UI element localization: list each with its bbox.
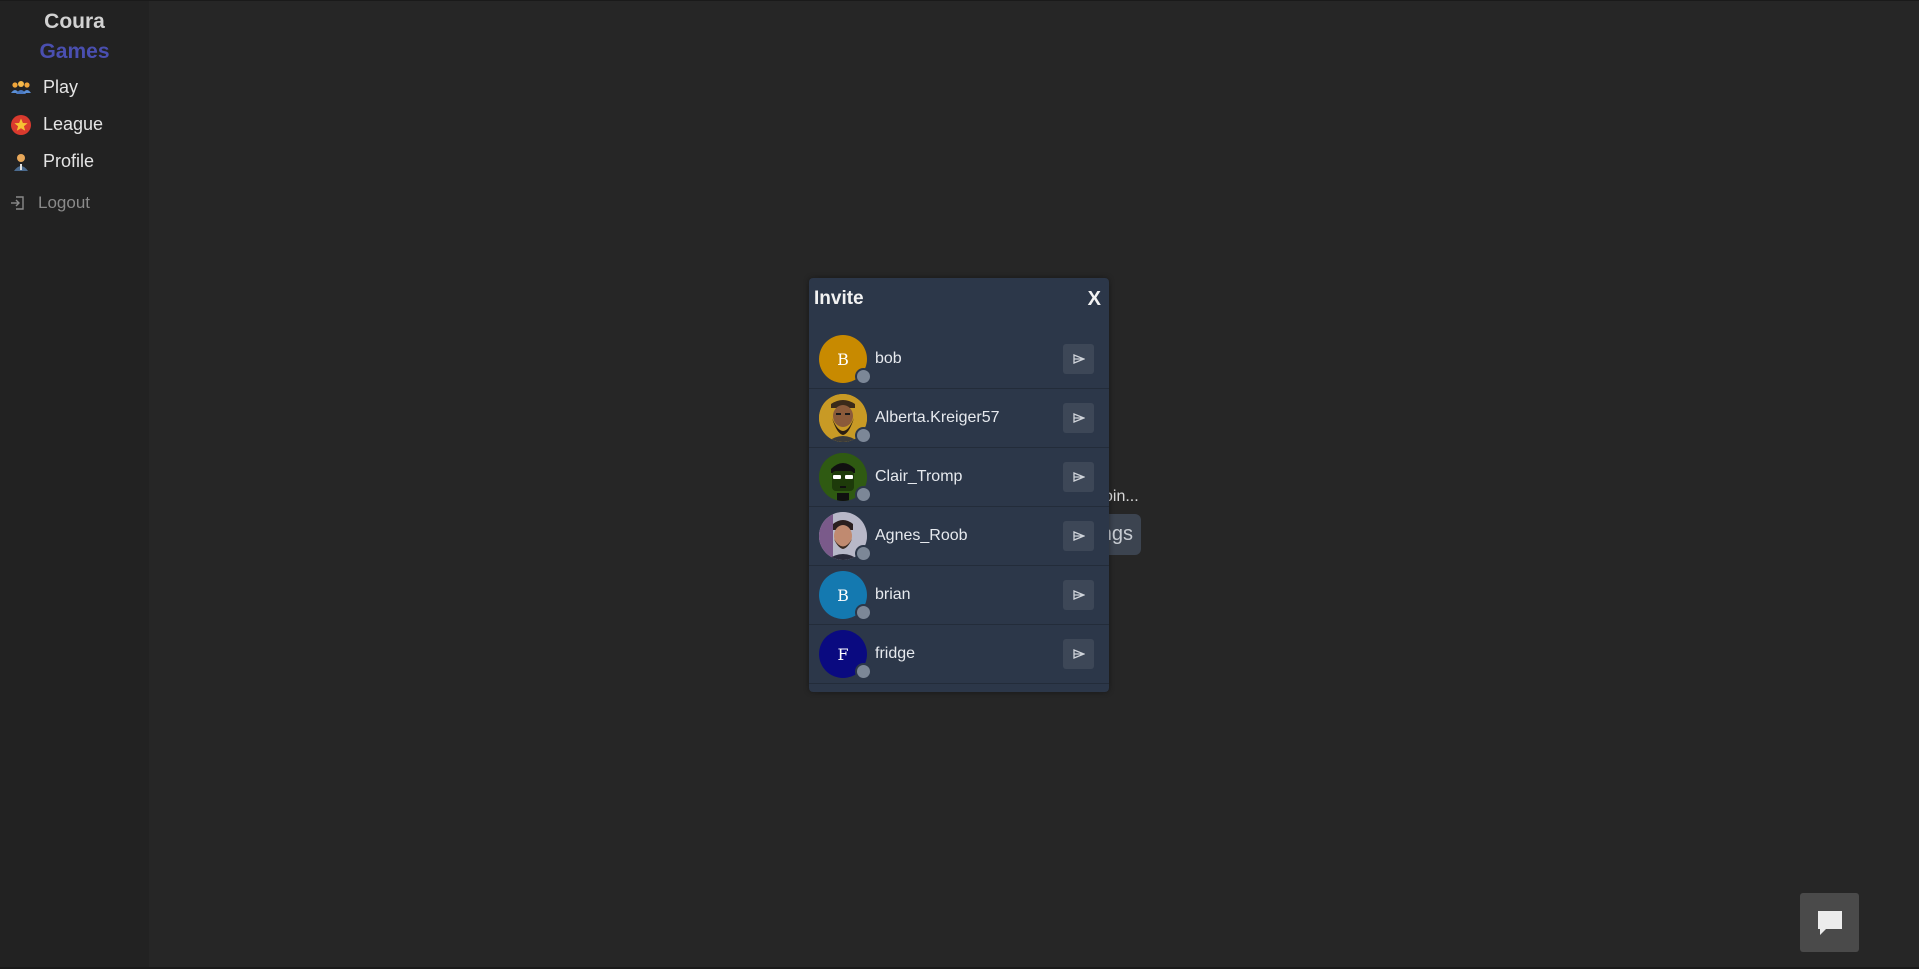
send-invite-button[interactable]	[1063, 462, 1094, 492]
send-arrow-icon	[1072, 649, 1085, 659]
user-name: Agnes_Roob	[875, 527, 968, 544]
user-list: B bob Alberta.Kreiger57 Clair_Tromp Agne…	[809, 330, 1109, 684]
list-item: F fridge	[809, 625, 1109, 684]
send-invite-button[interactable]	[1063, 344, 1094, 374]
avatar	[819, 453, 872, 503]
user-icon	[10, 151, 32, 173]
list-item: Clair_Tromp	[809, 448, 1109, 507]
sidebar-item-profile[interactable]: Profile	[0, 143, 149, 180]
sidebar-item-league[interactable]: League	[0, 106, 149, 143]
logout-icon	[10, 195, 26, 211]
avatar: B	[819, 571, 872, 621]
avatar	[819, 394, 872, 444]
logout-label: Logout	[38, 193, 90, 212]
sidebar-item-play[interactable]: Play	[0, 69, 149, 106]
status-indicator	[855, 368, 872, 385]
sidebar-item-play-label: Play	[43, 77, 79, 97]
send-arrow-icon	[1072, 472, 1085, 482]
brand-line-1: Coura	[44, 10, 105, 33]
logout-button[interactable]: Logout	[0, 188, 149, 218]
modal-title: Invite	[814, 288, 864, 309]
top-border	[0, 0, 1919, 1]
send-arrow-icon	[1072, 531, 1085, 541]
background-status-text: oin...	[1104, 488, 1139, 505]
chat-bubble-icon	[1817, 910, 1842, 935]
send-invite-button[interactable]	[1063, 521, 1094, 551]
list-item: B bob	[809, 330, 1109, 389]
sidebar: Coura Games Play League Profile Logout	[0, 1, 149, 967]
list-item: B brian	[809, 566, 1109, 625]
list-item: Agnes_Roob	[809, 507, 1109, 566]
brand-line-2: Games	[39, 40, 110, 63]
send-invite-button[interactable]	[1063, 403, 1094, 433]
send-arrow-icon	[1072, 590, 1085, 600]
status-indicator	[855, 604, 872, 621]
status-indicator	[855, 663, 872, 680]
send-invite-button[interactable]	[1063, 639, 1094, 669]
chat-button[interactable]	[1800, 893, 1859, 952]
send-arrow-icon	[1072, 354, 1085, 364]
brand-logo[interactable]: Coura Games	[0, 7, 149, 67]
sidebar-item-profile-label: Profile	[43, 151, 95, 171]
modal-header: Invite X	[809, 278, 1109, 320]
avatar: B	[819, 335, 872, 385]
invite-modal: Invite X B bob Alberta.Kreiger57 Clair_T…	[809, 278, 1109, 692]
close-button[interactable]: X	[1086, 286, 1103, 313]
people-group-icon	[10, 77, 32, 99]
send-invite-button[interactable]	[1063, 580, 1094, 610]
status-indicator	[855, 545, 872, 562]
user-name: Alberta.Kreiger57	[875, 409, 1000, 426]
sidebar-item-league-label: League	[43, 114, 104, 134]
user-name: fridge	[875, 645, 916, 662]
star-badge-icon	[10, 114, 32, 136]
status-indicator	[855, 486, 872, 503]
sidebar-nav: Play League Profile	[0, 69, 149, 180]
send-arrow-icon	[1072, 413, 1085, 423]
user-name: Clair_Tromp	[875, 468, 963, 485]
avatar	[819, 512, 872, 562]
user-name: bob	[875, 350, 902, 367]
status-indicator	[855, 427, 872, 444]
avatar: F	[819, 630, 872, 680]
user-name: brian	[875, 586, 911, 603]
list-item: Alberta.Kreiger57	[809, 389, 1109, 448]
